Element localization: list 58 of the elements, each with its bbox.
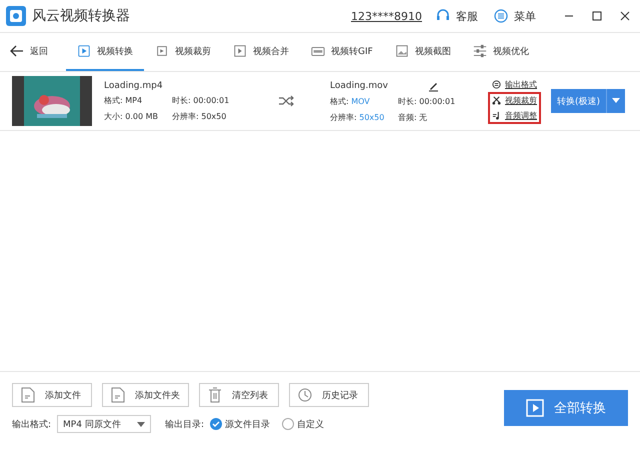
app-logo-icon [6,6,26,26]
directory-label: 输出目录: [165,418,204,430]
back-arrow-icon [10,45,24,57]
nav-tab[interactable]: 视频合并 [222,33,300,71]
nav-tab[interactable]: 视频裁剪 [144,33,222,71]
file-name: Loading.mp4 [104,80,164,90]
image-icon [394,44,409,58]
menu-label[interactable]: 菜单 [514,8,536,24]
headset-icon[interactable] [436,9,450,23]
support-label[interactable]: 客服 [456,8,478,24]
toolbar-button[interactable]: 添加文件夹 [102,383,189,407]
radio-label[interactable]: 源文件目录 [225,418,270,430]
toolbar-button[interactable]: 添加文件 [12,383,92,407]
toolbar-button[interactable]: 历史记录 [289,383,369,407]
clock-icon [298,387,312,403]
format-info: 格式: MP4 [104,94,144,106]
nav-tab[interactable]: 视频优化 [462,33,540,71]
output-file-name: Loading.mov [330,80,388,90]
convert-all-button[interactable]: 全部转换 [504,390,628,426]
sliders-icon [472,44,487,58]
radio-label[interactable]: 自定义 [297,418,324,430]
format-dropdown[interactable]: MP4 同原文件 [57,415,152,433]
close-icon[interactable] [620,11,630,21]
back-button[interactable]: 返回 [0,33,58,71]
file-icon [111,387,125,403]
format-label: 输出格式: [12,418,52,430]
toolbar-button[interactable]: 清空列表 [199,383,279,407]
action-link[interactable]: 输出格式 [505,78,537,90]
menu-icon[interactable] [494,9,508,23]
audio-info: 音频: 无 [398,112,428,122]
caret-icon [612,98,620,103]
play-icon [77,44,91,58]
account-link[interactable]: 123****8910 [351,10,422,22]
action-link[interactable]: 视频裁剪 [505,94,537,106]
dropdown-button[interactable] [607,89,626,113]
nav-tab[interactable]: 视频转换 [66,33,144,71]
resolution-info: 分辨率: 50x50 [172,110,228,122]
nav-tab[interactable]: 视频转GIF [300,33,384,71]
caret-icon [137,422,146,426]
nav-tab[interactable]: 视频截图 [384,33,462,71]
duration-info: 时长: 00:00:01 [172,94,230,106]
shuffle-icon [278,95,294,107]
scissors-icon [492,96,501,104]
action-link[interactable]: 音频调整 [505,110,537,120]
trash-icon [208,387,222,403]
resolution-info: 分辨率: 50x50 [330,112,386,122]
radio-button[interactable] [210,418,222,430]
format-info: 格式: MOV [330,96,371,106]
convert-button[interactable]: 转换(极速) [551,89,608,113]
duration-info: 时长: 00:00:01 [398,96,456,106]
format-icon [492,80,501,88]
play-icon [526,399,544,417]
file-icon [21,387,35,403]
window-title: 风云视频转换器 [32,7,130,25]
music-note-icon [492,110,501,120]
size-info: 大小: 0.00 MB [104,110,159,122]
maximize-icon[interactable] [592,11,602,21]
radio-button[interactable] [282,418,294,430]
